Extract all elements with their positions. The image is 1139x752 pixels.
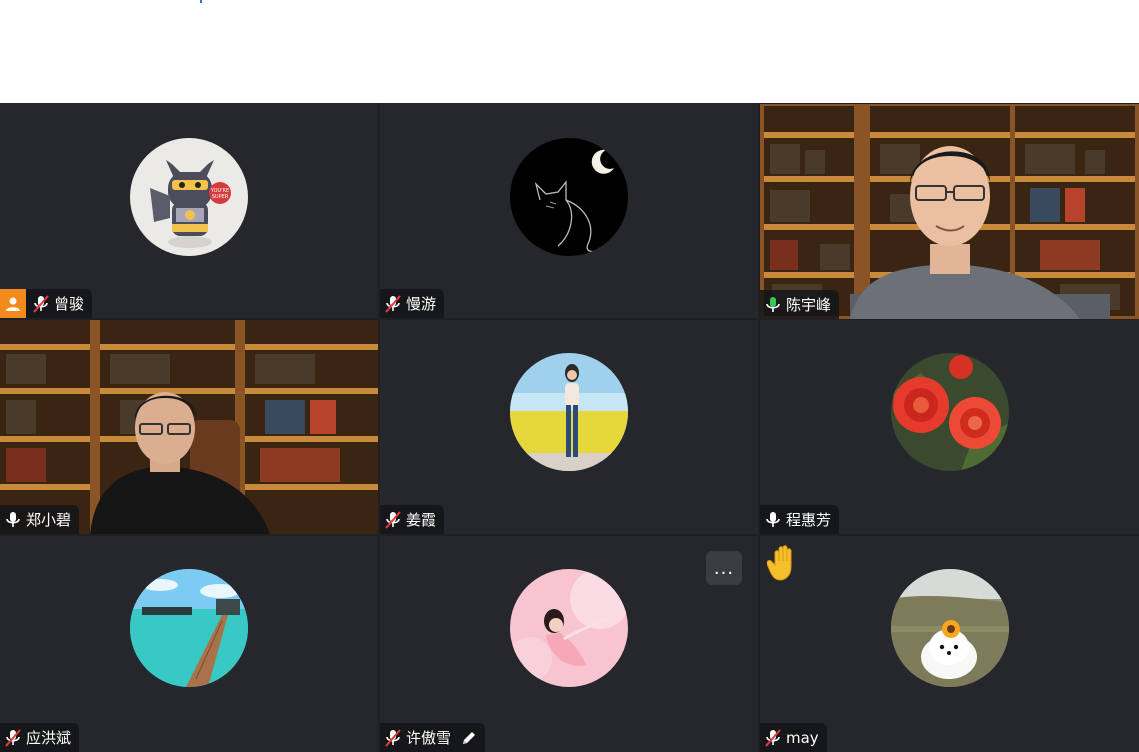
participant-name-label: 程惠芳 bbox=[760, 505, 840, 534]
mic-muted-icon bbox=[384, 510, 402, 530]
top-dot bbox=[200, 0, 202, 3]
participant-name: 慢游 bbox=[406, 295, 437, 313]
participant-name: 郑小碧 bbox=[26, 511, 72, 529]
top-area bbox=[0, 0, 1139, 103]
participant-name-label: may bbox=[760, 723, 827, 752]
participant-tile[interactable]: 应洪斌 bbox=[0, 536, 378, 752]
participant-name: 陈宇峰 bbox=[786, 296, 832, 314]
mic-muted-icon bbox=[4, 728, 22, 748]
mic-active-icon bbox=[764, 295, 782, 315]
participant-tile[interactable]: ... 许傲雪 bbox=[380, 536, 758, 752]
mic-muted-icon bbox=[384, 294, 402, 314]
host-icon bbox=[0, 289, 26, 318]
participant-name-label: 慢游 bbox=[380, 289, 445, 318]
participant-name-label: 陈宇峰 bbox=[760, 290, 840, 319]
mic-muted-icon bbox=[32, 294, 50, 314]
pencil-icon[interactable] bbox=[461, 730, 477, 746]
more-options-button[interactable]: ... bbox=[706, 551, 742, 585]
participant-name-label: 应洪斌 bbox=[0, 723, 80, 752]
participant-name: may bbox=[786, 728, 819, 747]
participant-tile[interactable]: 郑小碧 bbox=[0, 320, 378, 534]
participant-name-label: 姜霞 bbox=[380, 505, 445, 534]
black-cat-moon-avatar bbox=[510, 138, 628, 256]
cartoon-cat-avatar: YOU'RE SUPER bbox=[130, 138, 248, 256]
woman-flower-field-avatar bbox=[510, 353, 628, 471]
participant-name: 程惠芳 bbox=[786, 511, 832, 529]
participant-tile[interactable]: YOU'RE SUPER 曾骏 bbox=[0, 103, 378, 318]
participant-tile[interactable]: may bbox=[760, 536, 1139, 752]
mic-muted-icon bbox=[764, 728, 782, 748]
video-feed-bookshelf bbox=[760, 104, 1139, 319]
participant-name: 许傲雪 bbox=[406, 729, 452, 747]
svg-text:SUPER: SUPER bbox=[212, 194, 229, 200]
video-feed-bookshelf bbox=[0, 320, 378, 534]
participant-name-label: 郑小碧 bbox=[0, 505, 80, 534]
participant-name-label: 许傲雪 bbox=[380, 723, 486, 752]
participant-name: 姜霞 bbox=[406, 511, 437, 529]
pink-portrait-avatar bbox=[510, 569, 628, 687]
participant-name: 曾骏 bbox=[54, 295, 85, 313]
mic-on-icon bbox=[4, 510, 22, 530]
participant-name-label: 曾骏 bbox=[0, 289, 93, 318]
white-dog-sunflower-avatar bbox=[891, 569, 1009, 687]
participant-tile-active-speaker[interactable]: 陈宇峰 bbox=[760, 104, 1139, 319]
participant-name: 应洪斌 bbox=[26, 729, 72, 747]
tropical-pier-avatar bbox=[130, 569, 248, 687]
participant-tile[interactable]: 姜霞 bbox=[380, 320, 758, 534]
participant-tile[interactable]: 程惠芳 bbox=[760, 320, 1139, 534]
raised-hand-icon bbox=[766, 545, 801, 587]
red-roses-avatar bbox=[891, 353, 1009, 471]
participant-grid: YOU'RE SUPER 曾骏 慢游 陈宇峰 郑小碧 姜霞 程惠芳 应洪斌 ..… bbox=[0, 103, 1139, 752]
mic-on-icon bbox=[764, 510, 782, 530]
mic-muted-icon bbox=[384, 728, 402, 748]
participant-tile[interactable]: 慢游 bbox=[380, 103, 758, 318]
